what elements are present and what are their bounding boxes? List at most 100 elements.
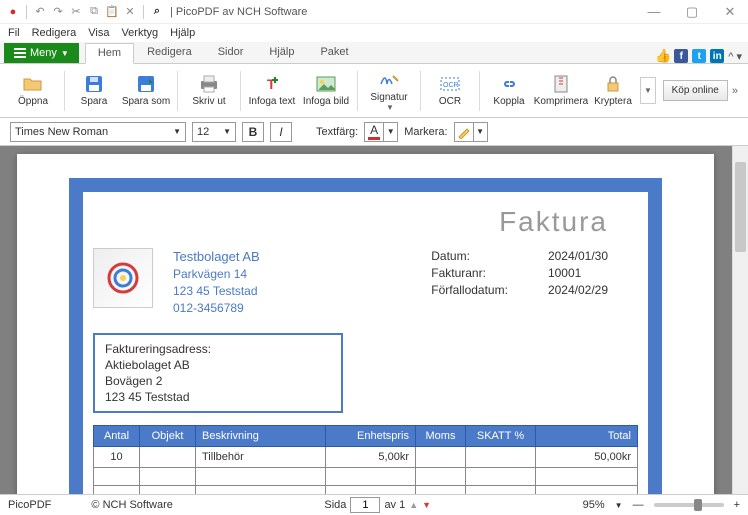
linkedin-icon[interactable]: in xyxy=(710,49,724,63)
redo-icon[interactable]: ↷ xyxy=(51,5,65,19)
tab-paket[interactable]: Paket xyxy=(307,42,361,63)
facebook-icon[interactable]: f xyxy=(674,49,688,63)
separator xyxy=(357,71,358,111)
cut-icon[interactable]: ✂ xyxy=(69,5,83,19)
meny-label: Meny xyxy=(30,47,57,59)
search-icon[interactable]: ⌕ xyxy=(150,5,164,19)
separator xyxy=(420,71,421,111)
link-icon xyxy=(499,74,519,94)
tab-hjalp[interactable]: Hjälp xyxy=(256,42,307,63)
undo-icon[interactable]: ↶ xyxy=(33,5,47,19)
maximize-button[interactable]: ▢ xyxy=(680,4,704,20)
help-dropdown[interactable]: ^ ▾ xyxy=(728,50,742,63)
text-color-label: Textfärg: xyxy=(316,126,358,138)
invoice-meta: Datum: Fakturanr: Förfallodatum: 2024/01… xyxy=(431,248,638,317)
border-decor xyxy=(69,178,662,192)
col-desc: Beskrivning xyxy=(196,426,326,447)
text-color-swatch: A xyxy=(364,122,384,142)
open-button[interactable]: Öppna xyxy=(6,67,60,115)
tab-sidor[interactable]: Sidor xyxy=(205,42,257,63)
ribbon: Öppna Spara Spara som Skriv ut T Infoga … xyxy=(0,64,748,118)
page-up-icon[interactable]: ▲ xyxy=(409,500,418,510)
page-total: av 1 xyxy=(384,499,405,511)
menu-redigera[interactable]: Redigera xyxy=(32,27,77,39)
chevron-right-icon[interactable]: » xyxy=(728,85,742,97)
image-insert-icon xyxy=(316,74,336,94)
tab-redigera[interactable]: Redigera xyxy=(134,42,205,63)
highlight-picker[interactable]: ▼ xyxy=(454,122,488,142)
col-total: Total xyxy=(536,426,638,447)
document-viewport[interactable]: Faktura Testbolaget AB Parkvägen 14 123 … xyxy=(0,146,748,494)
status-bar: PicoPDF © NCH Software Sida av 1 ▲ ▼ 95%… xyxy=(0,494,748,515)
copyright: © NCH Software xyxy=(91,499,172,511)
insert-image-button[interactable]: Infoga bild xyxy=(299,67,353,115)
buy-online-button[interactable]: Köp online xyxy=(663,80,728,101)
insert-text-button[interactable]: T Infoga text xyxy=(245,67,299,115)
vertical-scrollbar[interactable] xyxy=(732,146,748,494)
col-unit: Enhetspris xyxy=(326,426,416,447)
meny-button[interactable]: Meny ▼ xyxy=(4,43,79,63)
bold-button[interactable]: B xyxy=(242,122,264,142)
col-vat: Moms xyxy=(416,426,466,447)
separator xyxy=(26,5,27,19)
paste-icon[interactable]: 📋 xyxy=(105,5,119,19)
compress-button[interactable]: Komprimera xyxy=(534,67,588,115)
signature-icon xyxy=(379,70,399,90)
encrypt-button[interactable]: Kryptera xyxy=(588,67,638,115)
table-row xyxy=(94,468,638,486)
invoice-title: Faktura xyxy=(83,192,648,248)
slider-thumb[interactable] xyxy=(694,499,702,511)
highlight-label: Markera: xyxy=(404,126,447,138)
pdf-page[interactable]: Faktura Testbolaget AB Parkvägen 14 123 … xyxy=(17,154,714,494)
twitter-icon[interactable]: t xyxy=(692,49,706,63)
tab-hem[interactable]: Hem xyxy=(85,43,134,64)
zoom-in-button[interactable]: + xyxy=(734,499,740,511)
minimize-button[interactable]: — xyxy=(642,4,666,20)
highlight-swatch xyxy=(454,122,474,142)
table-row: 10 Tillbehör 5,00kr 50,00kr xyxy=(94,447,638,468)
chevron-down-icon[interactable]: ▼ xyxy=(640,77,656,104)
company-info: Testbolaget AB Parkvägen 14 123 45 Tests… xyxy=(173,248,260,317)
close-button[interactable]: ✕ xyxy=(718,4,742,20)
menu-hjalp[interactable]: Hjälp xyxy=(170,27,195,39)
font-family-combo[interactable]: Times New Roman ▼ xyxy=(10,122,186,142)
zoom-value: 95% xyxy=(583,499,605,511)
lock-icon xyxy=(603,74,623,94)
menu-fil[interactable]: Fil xyxy=(8,27,20,39)
signature-button[interactable]: Signatur▼ xyxy=(362,67,416,115)
folder-open-icon xyxy=(23,74,43,94)
billing-address: Faktureringsadress: Aktiebolaget AB Bovä… xyxy=(93,333,343,414)
print-button[interactable]: Skriv ut xyxy=(182,67,236,115)
italic-button[interactable]: I xyxy=(270,122,292,142)
hamburger-icon xyxy=(14,48,26,58)
save-icon xyxy=(84,74,104,94)
zoom-out-button[interactable]: — xyxy=(633,499,644,511)
chevron-down-icon[interactable]: ▼ xyxy=(615,501,623,510)
page-number-input[interactable] xyxy=(350,497,380,513)
ribbon-tabs: Meny ▼ Hem Redigera Sidor Hjälp Paket 👍 … xyxy=(0,42,748,64)
save-as-button[interactable]: Spara som xyxy=(119,67,173,115)
page-down-icon[interactable]: ▼ xyxy=(422,500,431,510)
separator xyxy=(240,71,241,111)
quick-access-toolbar: ● ↶ ↷ ✂ ⧉ 📋 ✕ ⌕ xyxy=(6,5,164,19)
font-size-combo[interactable]: 12 ▼ xyxy=(192,122,236,142)
link-button[interactable]: Koppla xyxy=(484,67,534,115)
menu-verktyg[interactable]: Verktyg xyxy=(121,27,158,39)
app-name: PicoPDF xyxy=(8,499,51,511)
zoom-slider[interactable] xyxy=(654,503,724,507)
text-color-picker[interactable]: A ▼ xyxy=(364,122,398,142)
thumbs-up-icon[interactable]: 👍 xyxy=(656,49,670,63)
scrollbar-thumb[interactable] xyxy=(735,162,746,252)
menu-visa[interactable]: Visa xyxy=(88,27,109,39)
format-toolbar: Times New Roman ▼ 12 ▼ B I Textfärg: A ▼… xyxy=(0,118,748,146)
delete-icon[interactable]: ✕ xyxy=(123,5,137,19)
page-navigation: Sida av 1 ▲ ▼ xyxy=(324,497,431,513)
separator xyxy=(177,71,178,111)
separator xyxy=(143,5,144,19)
separator xyxy=(64,71,65,111)
window-controls: — ▢ ✕ xyxy=(642,4,742,20)
ocr-button[interactable]: OCR OCR xyxy=(425,67,475,115)
chevron-down-icon: ▼ xyxy=(384,122,398,142)
save-button[interactable]: Spara xyxy=(69,67,119,115)
copy-icon[interactable]: ⧉ xyxy=(87,5,101,19)
